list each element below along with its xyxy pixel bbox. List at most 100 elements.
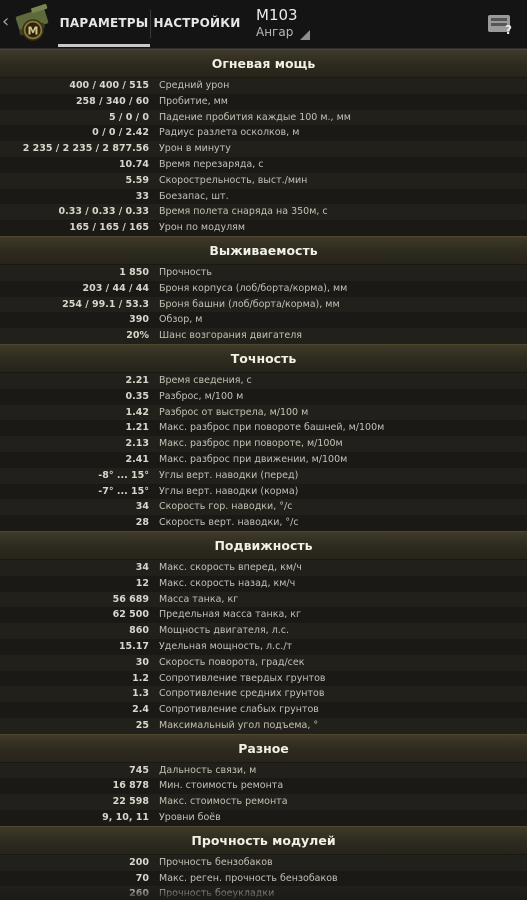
stat-value: 62 500 [112,609,149,621]
location-selector[interactable]: Ангар [256,25,293,39]
stat-row: 2.41 Макс. разброс при движении, м/100м [0,451,527,468]
stat-value: 0 / 0 / 2.42 [92,127,149,139]
stat-label: Урон по модулям [159,222,246,234]
stat-value: 390 [129,314,149,326]
stat-label: Разброс, м/100 м [159,390,244,402]
stat-label: Урон в минуту [159,143,231,155]
stat-label: Дальность связи, м [159,764,257,776]
stat-value: 28 [135,517,149,529]
stat-label: Обзор, м [159,314,203,326]
stat-row: 200 Прочность бензобаков [0,854,527,871]
stat-row: 56 689 Масса танка, кг [0,591,527,608]
logo-letter: M [28,25,39,38]
stat-value: 200 [129,856,149,868]
stat-row: 34 Макс. скорость вперед, км/ч [0,559,527,576]
stat-label: Мин. стоимость ремонта [159,780,284,792]
tank-name[interactable]: M103 [256,6,298,24]
stat-row: 20% Шанс возгорания двигателя [0,328,527,344]
stat-row: 15.17 Удельная мощность, л.с./т [0,638,527,655]
stat-row: 34 Скорость гор. наводки, °/с [0,499,527,516]
stat-row: 0.35 Разброс, м/100 м [0,388,527,405]
stat-value: 1 850 [119,266,149,278]
stat-label: Время сведения, с [159,374,252,386]
stat-value: 9, 10, 11 [102,812,149,824]
stat-label: Макс. скорость вперед, км/ч [159,561,302,573]
stat-row: 860 Мощность двигателя, л.с. [0,623,527,639]
section-header: Выживаемость [0,235,527,265]
stat-row: 0.33 / 0.33 / 0.33 Время полета снаряда н… [0,204,527,221]
stat-value: 16 878 [112,780,149,792]
stat-label: Время полета снаряда на 350м, с [159,206,328,218]
stat-value: 22 598 [112,796,149,808]
stat-row: 22 598 Макс. стоимость ремонта [0,794,527,811]
stat-label: Пробитие, мм [159,95,228,107]
stat-value: 12 [135,577,149,589]
stat-label: Броня башни (лоб/борта/корма), мм [159,298,340,310]
tab-parameters[interactable]: ПАРАМЕТРЫ [58,0,150,47]
section-rows: 745 Дальность связи, м 16 878 Мин. стоимост… [0,762,527,826]
stat-value: 56 689 [112,593,149,605]
section-header: Огневая мощь [0,49,527,78]
stat-row: 28 Скорость верт. наводки, °/с [0,515,527,531]
section-rows: 2.21 Время сведения, с 0.35 Разброс, м/100 … [0,372,527,531]
stat-row: 0 / 0 / 2.42 Радиус разлета осколков, м [0,125,527,142]
stat-label: Мощность двигателя, л.с. [159,625,290,637]
stat-value: 10.74 [118,158,149,170]
overflow-menu-icon[interactable]: ? [486,12,514,37]
stat-value: 745 [129,764,149,776]
stat-label: Сопротивление твердых грунтов [159,672,326,684]
stat-label: Углы верт. наводки (корма) [159,485,299,497]
stat-row: 2.21 Время сведения, с [0,372,527,389]
action-bar: ‹ M ПАРАМЕТРЫ НАСТРОЙКИ M103 Ангар ? [0,0,527,49]
section-rows: 1 850 Прочность 203 / 44 / 44 Броня корпуса… [0,264,527,344]
stat-row: 2.13 Макс. разброс при повороте, м/100м [0,436,527,452]
stat-row: 2 235 / 2 235 / 2 877.56 Урон в минуту [0,141,527,157]
stat-row: 165 / 165 / 165 Урон по модулям [0,220,527,236]
stat-label: Боезапас, шт. [159,190,229,202]
stat-label: Сопротивление слабых грунтов [159,704,319,716]
stat-row: 1.42 Разброс от выстрела, м/100 м [0,404,527,421]
stat-label: Максимальный угол подъема, ° [159,719,319,731]
parameters-list[interactable]: Огневая мощь 400 / 400 / 515 Средний урон 2… [0,49,527,900]
stat-label: Макс. реген. прочность бензобаков [159,872,338,884]
stat-label: Масса танка, кг [159,593,239,605]
tab-divider [150,10,151,38]
stat-value: 0.33 / 0.33 / 0.33 [58,206,150,218]
tab-settings[interactable]: НАСТРОЙКИ [152,0,242,46]
stat-value: 15.17 [118,640,149,652]
stat-row: 1 850 Прочность [0,264,527,281]
stat-label: Предельная масса танка, кг [159,609,302,621]
stat-value: 2.4 [132,704,149,716]
stat-label: Углы верт. наводки (перед) [159,469,299,481]
section-header: Прочность модулей [0,825,527,855]
section-rows: 400 / 400 / 515 Средний урон 258 / 340 / 6… [0,78,527,236]
tank-logo-icon[interactable]: M [13,3,53,44]
stat-value: -7° ... 15° [98,485,149,497]
stat-row: 30 Скорость поворота, град/сек [0,654,527,671]
stat-label: Шанс возгорания двигателя [159,330,302,342]
section-rows: 34 Макс. скорость вперед, км/ч 12 Макс. ско… [0,559,527,734]
stat-row: 1.3 Сопротивление средних грунтов [0,686,527,703]
stat-row: 9, 10, 11 Уровни боёв [0,810,527,826]
stat-label: Макс. разброс при повороте, м/100м [159,438,343,450]
stat-label: Средний урон [159,80,230,91]
stat-value: 34 [135,561,149,573]
stat-value: 0.35 [125,390,149,402]
section-header: Подвижность [0,530,527,560]
stat-row: 33 Боезапас, шт. [0,188,527,205]
stat-label: Прочность бензобаков [159,856,273,868]
dropdown-corner-icon[interactable] [300,30,310,40]
stat-row: 203 / 44 / 44 Броня корпуса (лоб/борта/ко… [0,280,527,297]
stat-value: 1.2 [132,672,149,684]
stat-label: Макс. разброс при повороте башней, м/100… [159,422,385,434]
stat-label: Удельная мощность, л.с./т [159,640,293,652]
stat-label: Макс. скорость назад, км/ч [159,577,296,589]
back-icon[interactable]: ‹ [2,12,9,32]
stat-label: Макс. стоимость ремонта [159,796,288,808]
stat-value: 165 / 165 / 165 [69,222,149,234]
stat-row: 16 878 Мин. стоимость ремонта [0,778,527,795]
stat-value: 860 [129,625,149,637]
stat-row: 258 / 340 / 60 Пробитие, мм [0,93,527,110]
stat-row: 2.4 Сопротивление слабых грунтов [0,702,527,718]
stat-label: Радиус разлета осколков, м [159,127,300,139]
